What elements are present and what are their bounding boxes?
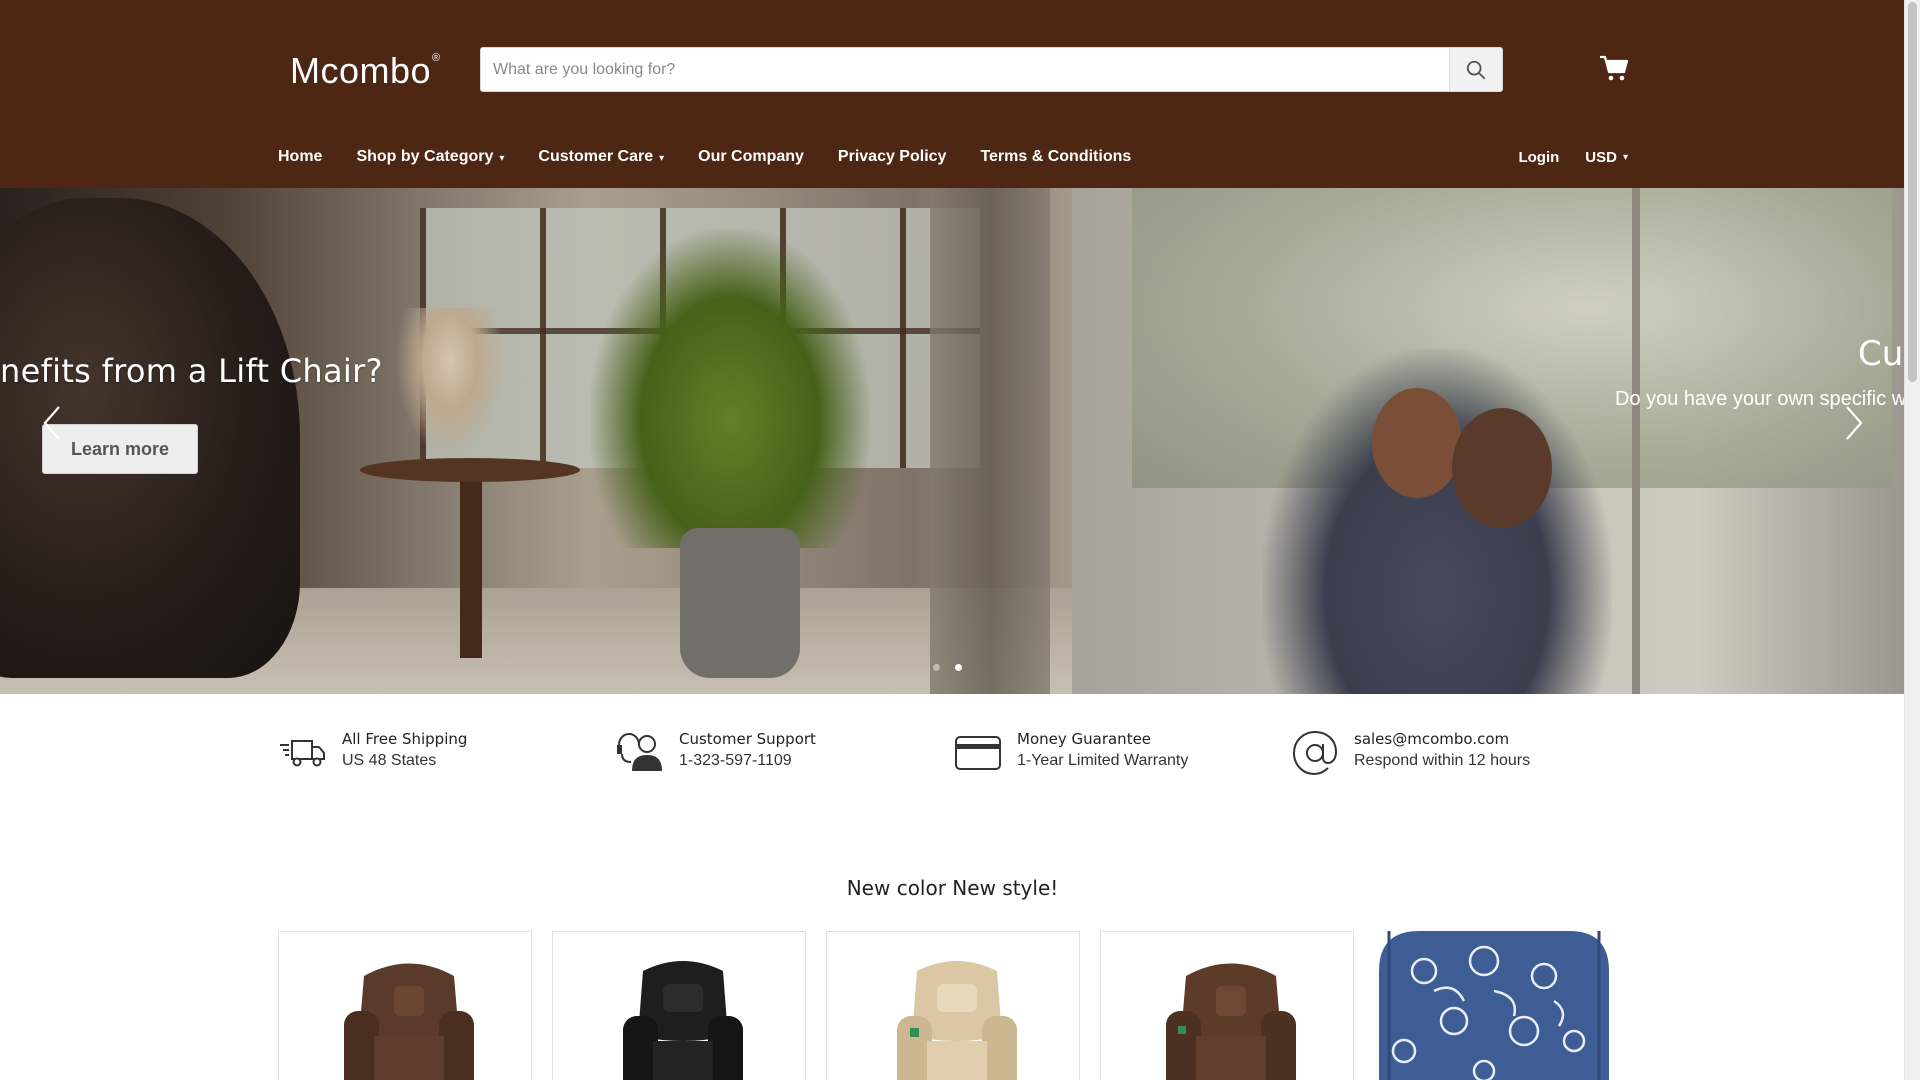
feature-title: Customer Support <box>679 730 816 748</box>
nav-label: Privacy Policy <box>837 148 947 165</box>
hero-slide-title: nefits from a Lift Chair? <box>0 352 383 390</box>
credit-card-icon <box>953 728 1003 778</box>
login-link[interactable]: Login <box>1518 149 1559 166</box>
logo-text: Mcombo <box>290 50 432 91</box>
search-input[interactable] <box>481 48 1449 91</box>
section-title: New color New style! <box>846 876 1059 900</box>
hero-slide-image-2 <box>1072 188 1905 694</box>
recliner-image <box>1379 931 1609 1080</box>
chevron-down-icon: ▾ <box>659 152 665 164</box>
feature-subtitle: 1-Year Limited Warranty <box>1017 752 1189 769</box>
feature-text: sales@mcombo.com Respond within 12 hours <box>1354 728 1530 788</box>
slideshow-dots <box>933 664 977 671</box>
logo-registered: ® <box>432 52 441 64</box>
window-frame-graphic <box>1632 188 1640 694</box>
site-header: Mcombo® Home Shop by Category▾ Custome <box>0 0 1905 188</box>
nav-label: Home <box>278 148 323 165</box>
product-card[interactable] <box>826 931 1080 1080</box>
chevron-left-icon <box>43 406 60 440</box>
feature-shipping: All Free Shipping US 48 States <box>278 728 467 788</box>
currency-label: USD <box>1585 149 1617 166</box>
feature-support: Customer Support 1-323-597-1109 <box>615 728 816 788</box>
feature-title: Money Guarantee <box>1017 730 1152 748</box>
feature-subtitle: Respond within 12 hours <box>1354 752 1531 769</box>
chevron-right-icon <box>1846 406 1863 440</box>
main-nav: Home Shop by Category ▾ Customer Care ▾ Ou… <box>278 148 1165 166</box>
feature-title: sales@mcombo.com <box>1354 730 1510 748</box>
features-row: All Free Shipping US 48 States Customer … <box>278 728 1628 788</box>
scrollbar-thumb[interactable] <box>1908 2 1917 382</box>
page: Mcombo® Home Shop by Category▾ Custome <box>0 0 1905 1080</box>
cart-icon <box>1600 55 1629 81</box>
account-nav: Login USD ▾ <box>1518 149 1628 166</box>
product-card[interactable] <box>1100 931 1354 1080</box>
nav-customer-care[interactable]: Customer Care ▾ <box>538 148 664 166</box>
nav-label: Shop by Category <box>356 148 494 165</box>
product-card[interactable] <box>1374 931 1628 1080</box>
slideshow-next-button[interactable] <box>1834 398 1874 448</box>
slide-dot-1[interactable] <box>933 664 940 671</box>
nav-label: Terms & Conditions <box>980 148 1132 165</box>
nav-label: Customer Care <box>538 148 654 165</box>
nav-shop-by-category[interactable]: Shop by Category ▾ <box>356 148 504 166</box>
nav-privacy-policy[interactable]: Privacy Policy <box>838 148 947 166</box>
feature-text: Money Guarantee 1-Year Limited Warranty <box>1017 728 1188 788</box>
feature-text: All Free Shipping US 48 States <box>342 728 467 788</box>
search-button[interactable] <box>1449 48 1502 91</box>
search-icon <box>1466 60 1486 79</box>
feature-title: All Free Shipping <box>342 730 468 748</box>
nav-our-company[interactable]: Our Company <box>698 148 804 166</box>
nav-terms-conditions[interactable]: Terms & Conditions <box>980 148 1131 166</box>
hero-slideshow: nefits from a Lift Chair? Learn more Cus… <box>0 188 1905 694</box>
feature-subtitle: US 48 States <box>342 752 437 769</box>
feature-email: sales@mcombo.com Respond within 12 hours <box>1290 728 1530 788</box>
feature-subtitle: 1-323-597-1109 <box>679 752 792 769</box>
feature-text: Customer Support 1-323-597-1109 <box>679 728 816 788</box>
head-graphic <box>1452 408 1552 528</box>
logo[interactable]: Mcombo® <box>290 50 441 92</box>
at-sign-icon <box>1290 728 1340 778</box>
recliner-image <box>897 961 1017 1080</box>
search-bar <box>480 47 1503 92</box>
hero-slide-2-title: Cus <box>1858 334 1905 374</box>
feature-guarantee: Money Guarantee 1-Year Limited Warranty <box>953 728 1188 788</box>
currency-selector[interactable]: USD ▾ <box>1585 149 1628 166</box>
head-graphic <box>1372 388 1462 498</box>
product-row <box>278 931 1648 1080</box>
recliner-image <box>344 963 474 1080</box>
product-card[interactable] <box>552 931 806 1080</box>
support-person-icon <box>615 728 665 778</box>
slideshow-prev-button[interactable] <box>32 398 72 448</box>
recliner-image <box>1166 963 1296 1080</box>
truck-icon <box>278 728 328 778</box>
chevron-down-icon: ▾ <box>499 152 505 164</box>
vertical-scrollbar[interactable] <box>1904 0 1920 1080</box>
slide-dot-2[interactable] <box>955 664 962 671</box>
recliner-image <box>623 961 743 1080</box>
chevron-down-icon: ▾ <box>1622 152 1628 163</box>
nav-home[interactable]: Home <box>278 148 322 166</box>
nav-label: Our Company <box>698 148 804 165</box>
cart-button[interactable] <box>1598 52 1632 86</box>
product-card[interactable] <box>278 931 532 1080</box>
